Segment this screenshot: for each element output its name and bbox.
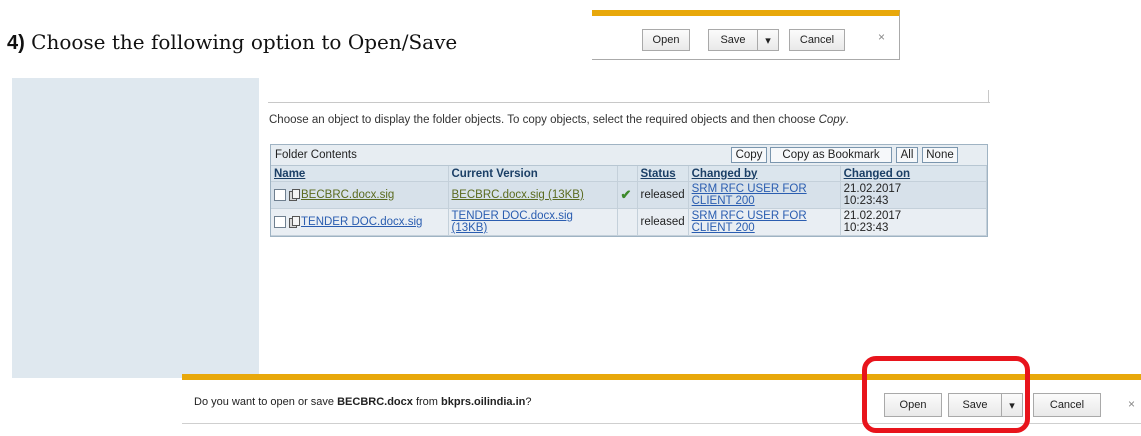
file-name-link[interactable]: TENDER DOC.docx.sig	[301, 216, 422, 228]
site-name: bkprs.oilindia.in	[441, 396, 526, 408]
column-current-version: Current Version	[448, 166, 618, 182]
document-icon	[289, 215, 300, 228]
table-row[interactable]: TENDER DOC.docx.sig TENDER DOC.docx.sig(…	[271, 208, 988, 236]
version-link[interactable]: BECBRC.docx.sig (13KB)	[452, 189, 584, 201]
folder-table: Name Current Version Status Changed by C…	[271, 166, 988, 236]
folder-contents-title: Folder Contents	[275, 149, 357, 161]
status-icon-cell	[617, 208, 638, 236]
status-cell: released	[637, 181, 689, 209]
version-cell: TENDER DOC.docx.sig (13KB)	[448, 208, 618, 236]
status-cell: released	[637, 208, 689, 236]
cancel-button[interactable]: Cancel	[1033, 393, 1101, 417]
mini-open-button[interactable]: Open	[642, 29, 690, 51]
folder-contents-table: Folder Contents Copy Copy as Bookmark Al…	[270, 144, 988, 237]
divider	[988, 90, 989, 103]
changed-on-cell: 21.02.2017 10:23:43	[840, 208, 988, 236]
step-text: Choose the following option to Open/Save	[31, 30, 458, 54]
changed-by-cell: SRM RFC USER FOR CLIENT 200	[688, 181, 841, 209]
step-instruction: 4) Choose the following option to Open/S…	[7, 30, 457, 55]
download-prompt: Do you want to open or save BECBRC.docx …	[194, 396, 532, 408]
copy-button[interactable]: Copy	[731, 147, 767, 163]
changed-by-cell: SRM RFC USER FOR CLIENT 200	[688, 208, 841, 236]
select-all-button[interactable]: All	[896, 147, 918, 163]
column-changed-by[interactable]: Changed by	[688, 166, 841, 182]
version-cell: BECBRC.docx.sig (13KB)	[448, 181, 618, 209]
file-name-link[interactable]: BECBRC.docx.sig	[301, 189, 394, 201]
close-icon[interactable]: ×	[1128, 397, 1135, 411]
folder-instructions: Choose an object to display the folder o…	[269, 114, 849, 126]
column-name[interactable]: Name	[271, 166, 449, 182]
file-name: BECBRC.docx	[337, 396, 413, 408]
folder-contents-header: Folder Contents Copy Copy as Bookmark Al…	[271, 145, 987, 166]
column-changed-on[interactable]: Changed on	[840, 166, 988, 182]
highlight-annotation	[862, 356, 1030, 433]
mini-cancel-button[interactable]: Cancel	[789, 29, 845, 51]
row-checkbox[interactable]	[274, 215, 286, 228]
left-navigation-pane	[12, 78, 259, 378]
mini-download-dialog: Open Save ▾ Cancel ×	[592, 10, 900, 60]
changed-on-cell: 21.02.2017 10:23:43	[840, 181, 988, 209]
table-header-row: Name Current Version Status Changed by C…	[271, 166, 988, 182]
copy-as-bookmark-button[interactable]: Copy as Bookmark	[770, 147, 892, 163]
changed-by-link[interactable]: SRM RFC USER FOR CLIENT 200	[692, 210, 807, 234]
version-link[interactable]: TENDER DOC.docx.sig (13KB)	[452, 210, 573, 234]
document-icon	[289, 188, 300, 201]
row-checkbox[interactable]	[274, 188, 286, 201]
name-cell: BECBRC.docx.sig	[271, 181, 449, 209]
step-number: 4)	[7, 32, 25, 54]
changed-by-link[interactable]: SRM RFC USER FOR CLIENT 200	[692, 183, 807, 207]
name-cell: TENDER DOC.docx.sig	[271, 208, 449, 236]
divider	[268, 102, 990, 103]
mini-save-button[interactable]: Save	[708, 29, 758, 51]
column-status-icon	[617, 166, 638, 182]
select-none-button[interactable]: None	[922, 147, 958, 163]
mini-close-icon[interactable]: ×	[878, 30, 885, 44]
status-icon-cell: ✔	[617, 181, 638, 209]
table-row[interactable]: BECBRC.docx.sig BECBRC.docx.sig (13KB) ✔…	[271, 181, 988, 209]
mini-save-dropdown-icon[interactable]: ▾	[757, 29, 779, 51]
column-status[interactable]: Status	[637, 166, 689, 182]
check-icon: ✔	[620, 187, 632, 202]
